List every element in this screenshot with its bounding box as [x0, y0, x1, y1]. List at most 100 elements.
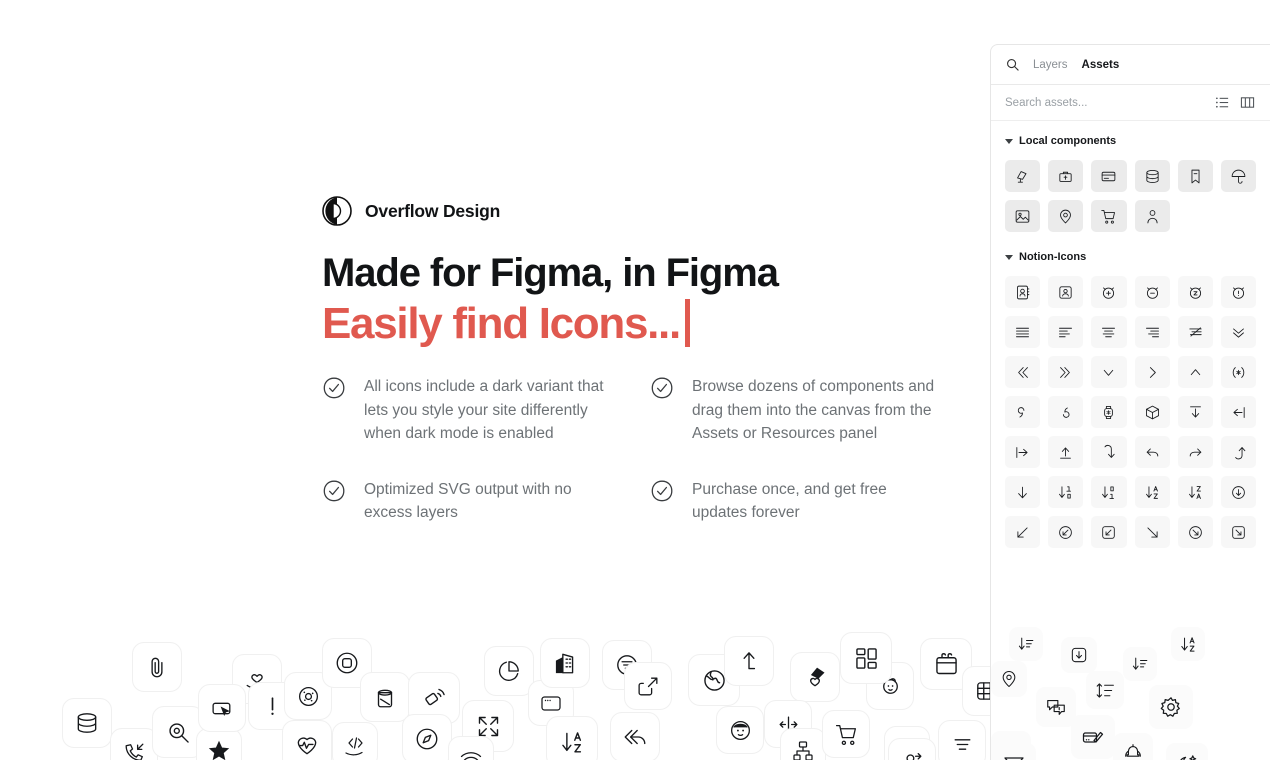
asset-cell-arrow-down-right-circle-icon[interactable]: [1177, 516, 1213, 548]
asset-cell-align-justify-icon[interactable]: [1005, 316, 1041, 348]
asset-cell-umbrella-icon[interactable]: [1220, 160, 1256, 192]
asset-cell-arrow-down-left-square-icon[interactable]: [1091, 516, 1127, 548]
asset-cell-address-book-icon[interactable]: [1005, 276, 1041, 308]
canvas-icon-compass-icon[interactable]: [402, 714, 452, 760]
asset-cell-location-pin-icon[interactable]: [1048, 200, 1084, 232]
asset-cell-arrow-left-bar-icon[interactable]: [1220, 396, 1256, 428]
asset-cell-arrow-down-curve-icon[interactable]: [1091, 436, 1127, 468]
asset-cell-person-icon[interactable]: [1134, 200, 1170, 232]
floating-asset-sort-down-list-icon[interactable]: [1009, 627, 1043, 661]
asset-cell-sort-numeric-up-icon[interactable]: [1091, 476, 1127, 508]
floating-asset-comment-alert-icon[interactable]: [1036, 687, 1076, 727]
chevron-down-icon[interactable]: [1005, 254, 1013, 260]
canvas-icon-sort-alpha-down-icon[interactable]: [546, 716, 598, 760]
tab-assets[interactable]: Assets: [1082, 57, 1120, 73]
asset-cell-chevron-down-icon[interactable]: [1091, 356, 1127, 388]
asset-cell-chevrons-down-icon[interactable]: [1220, 316, 1256, 348]
floating-asset-location-pin-icon[interactable]: [991, 661, 1027, 697]
asset-cell-sort-alpha-up-icon[interactable]: [1177, 476, 1213, 508]
asset-cell-align-right-icon[interactable]: [1134, 316, 1170, 348]
asset-cell-sort-numeric-down-icon[interactable]: [1048, 476, 1084, 508]
asset-cell-toolbox-icon[interactable]: [1048, 160, 1084, 192]
asset-cell-arrow-down-circle-icon[interactable]: [1220, 476, 1256, 508]
asset-cell-lamp-icon[interactable]: [1005, 160, 1041, 192]
floating-asset-filter-icon[interactable]: [992, 743, 1036, 760]
asset-cell-align-strike-icon[interactable]: [1177, 316, 1213, 348]
feature-item: Browse dozens of components and drag the…: [650, 375, 962, 446]
grid-view-icon[interactable]: [1239, 94, 1256, 111]
canvas-icon-table-grid-icon[interactable]: [962, 666, 990, 716]
canvas-icon-person-face-icon[interactable]: [716, 706, 764, 754]
floating-asset-moon-stars-icon[interactable]: [1166, 743, 1208, 760]
asset-cell-comma-icon[interactable]: [1005, 396, 1041, 428]
asset-cell-comma-round-icon[interactable]: [1048, 396, 1084, 428]
asset-cell-sort-alpha-down-icon[interactable]: [1134, 476, 1170, 508]
canvas-icon-sitemap-icon[interactable]: [780, 728, 826, 760]
asset-cell-alarm-snooze-icon[interactable]: [1177, 276, 1213, 308]
asset-cell-arrow-down-icon[interactable]: [1005, 476, 1041, 508]
asset-cell-database-icon[interactable]: [1134, 160, 1170, 192]
asset-cell-arrow-up-from-bar-icon[interactable]: [1048, 436, 1084, 468]
canvas-icon-cursor-card-icon[interactable]: [198, 684, 246, 732]
asset-cell-align-center-icon[interactable]: [1091, 316, 1127, 348]
asset-cell-arrow-redo-icon[interactable]: [1177, 436, 1213, 468]
floating-asset-bell-icon[interactable]: [1113, 733, 1153, 760]
floating-asset-arrow-down-square-icon[interactable]: [1061, 637, 1097, 673]
section-header[interactable]: Notion-Icons: [1005, 244, 1256, 270]
floating-asset-sort-alpha-down-icon[interactable]: [1171, 627, 1205, 661]
canvas-icon-database-icon[interactable]: [62, 698, 112, 748]
asset-cell-arrow-down-left-circle-icon[interactable]: [1048, 516, 1084, 548]
canvas-icon-phone-incoming-icon[interactable]: [110, 728, 158, 760]
asset-cell-watch-icon[interactable]: [1091, 396, 1127, 428]
floating-asset-line-height-icon[interactable]: [1086, 671, 1124, 709]
tab-layers[interactable]: Layers: [1033, 57, 1068, 73]
asset-cell-package-icon[interactable]: [1134, 396, 1170, 428]
asset-cell-arrow-up-curve-icon[interactable]: [1220, 436, 1256, 468]
asset-cell-bookmark-ribbon-icon[interactable]: [1177, 160, 1213, 192]
canvas-icon-wifi-icon[interactable]: [448, 736, 494, 760]
asset-cell-align-left-icon[interactable]: [1048, 316, 1084, 348]
section-header[interactable]: Local components: [1005, 128, 1256, 154]
asset-cell-arrow-down-left-icon[interactable]: [1005, 516, 1041, 548]
asset-cell-chevrons-left-icon[interactable]: [1005, 356, 1041, 388]
asset-cell-arrow-down-right-square-icon[interactable]: [1220, 516, 1256, 548]
asset-cell-arrow-right-from-bar-icon[interactable]: [1005, 436, 1041, 468]
asset-cell-arrow-down-bar-icon[interactable]: [1177, 396, 1213, 428]
search-assets-input[interactable]: [1005, 96, 1206, 109]
asset-cell-alarm-alert-icon[interactable]: [1220, 276, 1256, 308]
canvas-icon-arrow-up-corner-icon[interactable]: [724, 636, 774, 686]
chevron-down-icon[interactable]: [1005, 138, 1013, 144]
canvas-icon-heart-pulse-icon[interactable]: [282, 720, 332, 760]
canvas-icon-user-arrow-icon[interactable]: [888, 738, 936, 760]
asset-cell-chevron-right-icon[interactable]: [1134, 356, 1170, 388]
floating-asset-sort-down-list-icon[interactable]: [1123, 647, 1157, 681]
list-view-icon[interactable]: [1214, 94, 1231, 111]
feature-item: All icons include a dark variant that le…: [322, 375, 650, 446]
canvas-icon-building-icon[interactable]: [540, 638, 590, 688]
asset-cell-shopping-cart-icon[interactable]: [1091, 200, 1127, 232]
canvas-icon-code-hand-icon[interactable]: [332, 722, 378, 760]
asset-cell-arrow-down-right-icon[interactable]: [1134, 516, 1170, 548]
canvas-icon-layout-grid-icon[interactable]: [840, 632, 892, 684]
asset-cell-contact-card-icon[interactable]: [1048, 276, 1084, 308]
canvas-icon-paperclip-icon[interactable]: [132, 642, 182, 692]
asset-cell-chevron-up-icon[interactable]: [1177, 356, 1213, 388]
canvas-icon-pie-chart-icon[interactable]: [484, 646, 534, 696]
asset-cell-arrow-undo-icon[interactable]: [1134, 436, 1170, 468]
canvas-icon-lamp-heart-icon[interactable]: [790, 652, 840, 702]
canvas-icon-paint-bucket-icon[interactable]: [360, 672, 410, 722]
search-icon[interactable]: [1006, 58, 1019, 71]
asset-cell-card-icon[interactable]: [1091, 160, 1127, 192]
asset-cell-alarm-plus-icon[interactable]: [1091, 276, 1127, 308]
asset-cell-image-frame-icon[interactable]: [1005, 200, 1041, 232]
floating-asset-card-swipe-icon[interactable]: [1071, 715, 1115, 759]
floating-asset-gear-icon[interactable]: [1149, 685, 1193, 729]
canvas-icon-shopping-cart-icon[interactable]: [822, 710, 870, 758]
canvas-icon-share-icon[interactable]: [624, 662, 672, 710]
asset-cell-asterisk-brackets-icon[interactable]: [1220, 356, 1256, 388]
canvas-icon-menu-lines-icon[interactable]: [938, 720, 986, 760]
canvas-icon-star-icon[interactable]: [196, 728, 242, 760]
asset-cell-chevrons-right-icon[interactable]: [1048, 356, 1084, 388]
canvas-icon-reply-all-icon[interactable]: [610, 712, 660, 760]
asset-cell-alarm-minus-icon[interactable]: [1134, 276, 1170, 308]
